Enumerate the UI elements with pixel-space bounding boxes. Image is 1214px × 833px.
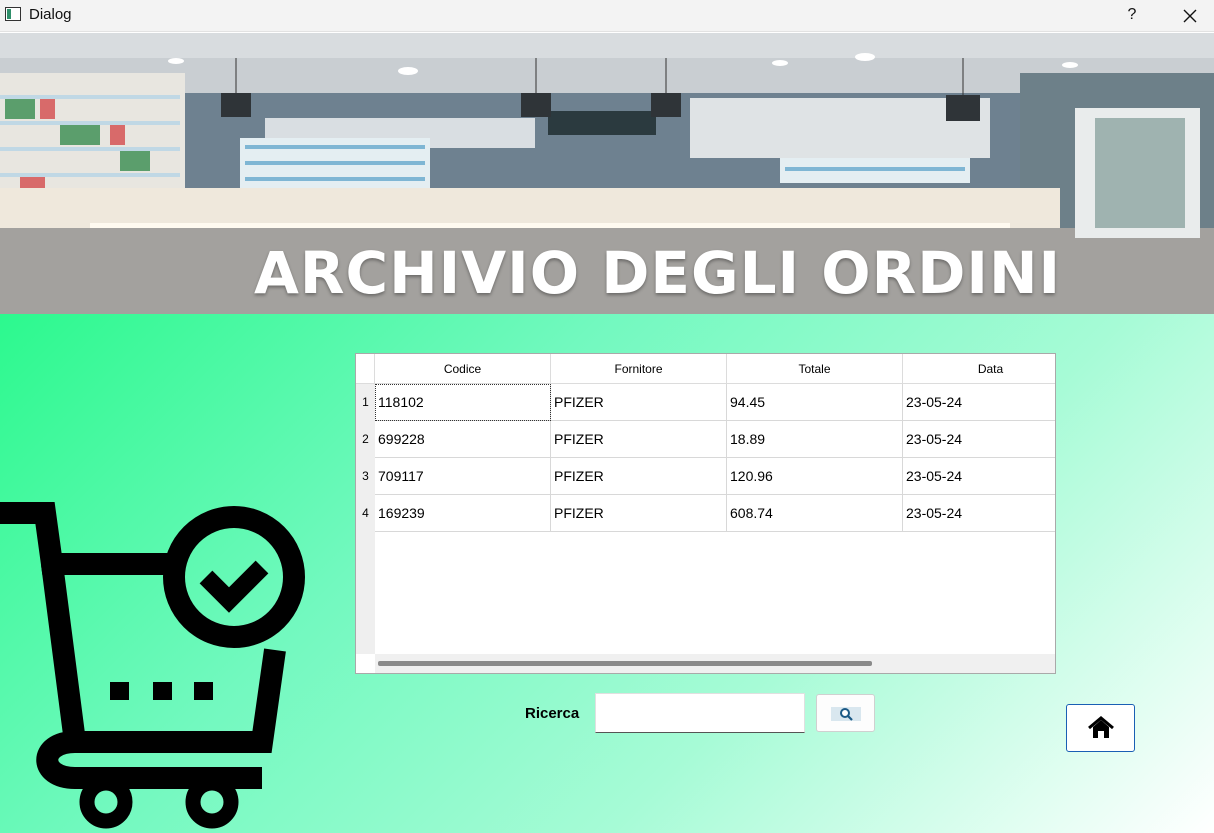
pharmacy-banner-image: ARCHIVIO DEGLI ORDINI [0, 33, 1214, 314]
close-button[interactable] [1170, 0, 1210, 32]
row-header[interactable]: 3 [356, 458, 375, 495]
help-button[interactable]: ? [1114, 0, 1150, 32]
magnifier-icon [830, 707, 861, 721]
table-cell-data[interactable]: 23-05-24 [903, 495, 1055, 532]
table-cell-totale[interactable]: 608.74 [727, 495, 903, 532]
table-cell-totale[interactable]: 18.89 [727, 421, 903, 458]
table-cell-data[interactable]: 23-05-24 [903, 384, 1055, 421]
table-corner[interactable] [356, 354, 375, 384]
column-header-totale[interactable]: Totale [727, 354, 903, 384]
table-cell-fornitore[interactable]: PFIZER [551, 458, 727, 495]
column-header-fornitore[interactable]: Fornitore [551, 354, 727, 384]
table-cell-data[interactable]: 23-05-24 [903, 458, 1055, 495]
search-input[interactable] [595, 693, 805, 733]
search-label: Ricerca [525, 705, 580, 722]
scrollbar-thumb[interactable] [378, 661, 872, 666]
window-titlebar: Dialog ? [0, 0, 1214, 32]
row-header[interactable]: 1 [356, 384, 375, 421]
table-cell-codice[interactable]: 118102 [375, 384, 551, 421]
close-icon [1183, 9, 1197, 23]
window-title: Dialog [29, 6, 72, 23]
column-header-data[interactable]: Data [903, 354, 1055, 384]
table-cell-codice[interactable]: 169239 [375, 495, 551, 532]
table-cell-totale[interactable]: 94.45 [727, 384, 903, 421]
shopping-cart-check-icon [0, 502, 305, 829]
page-title: ARCHIVIO DEGLI ORDINI [254, 239, 1062, 307]
table-cell-data[interactable]: 23-05-24 [903, 421, 1055, 458]
table-cell-fornitore[interactable]: PFIZER [551, 384, 727, 421]
home-icon [1087, 716, 1114, 738]
column-header-codice[interactable]: Codice [375, 354, 551, 384]
table-cell-fornitore[interactable]: PFIZER [551, 495, 727, 532]
table-cell-codice[interactable]: 709117 [375, 458, 551, 495]
table-cell-fornitore[interactable]: PFIZER [551, 421, 727, 458]
table-cell-totale[interactable]: 120.96 [727, 458, 903, 495]
row-header[interactable]: 4 [356, 495, 375, 532]
table-cell-codice[interactable]: 699228 [375, 421, 551, 458]
horizontal-scrollbar[interactable] [375, 654, 1055, 673]
orders-table[interactable]: Codice Fornitore Totale Data 1 118102 PF… [355, 353, 1056, 674]
search-button[interactable] [816, 694, 875, 732]
row-header[interactable]: 2 [356, 421, 375, 458]
home-button[interactable] [1066, 704, 1135, 752]
app-icon [5, 7, 21, 21]
